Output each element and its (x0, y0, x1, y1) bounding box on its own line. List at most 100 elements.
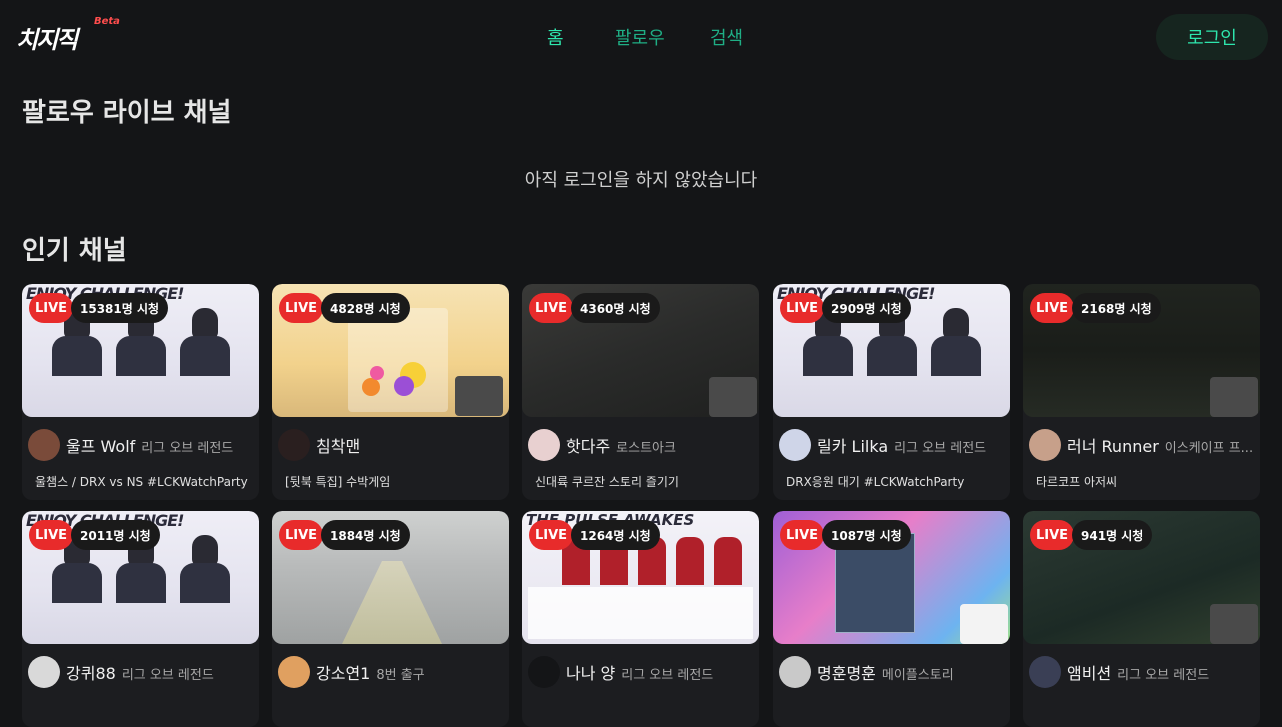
channel-avatar[interactable] (278, 429, 310, 461)
channel-avatar[interactable] (1029, 429, 1061, 461)
stream-title[interactable]: 타르코프 아저씨 (1036, 473, 1251, 490)
channel-category[interactable]: 리그 오브 레전드 (1117, 668, 1209, 683)
stream-title[interactable]: 신대륙 쿠르잔 스토리 즐기기 (535, 473, 750, 490)
stream-thumbnail[interactable]: LIVE 4828명 시청 (272, 284, 509, 417)
channel-name[interactable]: 침착맨 (316, 437, 360, 456)
live-badge: LIVE (29, 293, 74, 323)
channel-meta: 앰비션 리그 오브 레전드 (1023, 644, 1260, 727)
login-button[interactable]: 로그인 (1156, 14, 1268, 60)
channel-avatar[interactable] (28, 656, 60, 688)
channel-category[interactable]: 리그 오브 레전드 (122, 668, 214, 683)
channel-avatar[interactable] (779, 656, 811, 688)
channel-card[interactable]: ENJOY CHALLENGE!LIVE2011명 시청강퀴88 리그 오브 레전… (22, 511, 259, 727)
main-nav: 홈 팔로우 검색 (0, 24, 1282, 52)
viewer-count-badge: 2168명 시청 (1072, 293, 1161, 323)
stream-thumbnail[interactable]: LIVE 941명 시청 (1023, 511, 1260, 644)
stream-thumbnail[interactable]: ENJOY CHALLENGE!LIVE2011명 시청 (22, 511, 259, 644)
stream-title[interactable]: 울챔스 / DRX vs NS #LCKWatchParty (35, 473, 250, 490)
channel-name[interactable]: 명훈명훈 (817, 664, 876, 683)
channel-card[interactable]: LIVE 4360명 시청핫다주 로스트아크신대륙 쿠르잔 스토리 즐기기 (522, 284, 759, 500)
channel-meta: 강퀴88 리그 오브 레전드 (22, 644, 259, 727)
fruit (362, 378, 380, 396)
channel-name-row: 릴카 Lilka 리그 오브 레전드 (817, 433, 1007, 457)
channel-avatar[interactable] (1029, 656, 1061, 688)
channel-name-row: 핫다주 로스트아크 (566, 433, 756, 457)
channel-name[interactable]: 앰비션 (1067, 664, 1111, 683)
channel-avatar[interactable] (779, 429, 811, 461)
nav-follow[interactable]: 팔로우 (615, 24, 665, 50)
live-badge: LIVE (279, 520, 324, 550)
channel-name[interactable]: 강퀴88 (66, 664, 116, 683)
channel-category[interactable]: 리그 오브 레전드 (141, 441, 233, 456)
channel-category[interactable]: 8번 출구 (376, 668, 424, 683)
live-badge: LIVE (29, 520, 74, 550)
channel-card[interactable]: LIVE 2168명 시청러너 Runner 이스케이프 프... 타르코프 아저씨 (1023, 284, 1260, 500)
channel-avatar[interactable] (528, 656, 560, 688)
channel-name-row: 명훈명훈 메이플스토리 (817, 660, 1007, 684)
channel-meta: 핫다주 로스트아크신대륙 쿠르잔 스토리 즐기기 (522, 417, 759, 500)
nav-home[interactable]: 홈 (547, 24, 564, 50)
stream-title[interactable]: [뒷북 특집] 수박게임 (285, 473, 500, 490)
player-figure (714, 537, 742, 585)
channel-category[interactable]: 리그 오브 레전드 (621, 668, 713, 683)
channel-name[interactable]: 릴카 Lilka (817, 437, 888, 456)
channel-name-row: 앰비션 리그 오브 레전드 (1067, 660, 1257, 684)
stream-thumbnail[interactable]: ENJOY CHALLENGE!LIVE15381명 시청 (22, 284, 259, 417)
viewer-count-badge: 4360명 시청 (571, 293, 660, 323)
channel-card[interactable]: LIVE 1884명 시청강소연1 8번 출구 (272, 511, 509, 727)
stream-thumbnail[interactable]: LIVE 1087명 시청 (773, 511, 1010, 644)
channel-name-row: 러너 Runner 이스케이프 프... (1067, 433, 1257, 457)
channel-name[interactable]: 나나 양 (566, 664, 615, 683)
streamer-cam (960, 604, 1008, 644)
viewer-count-badge: 1264명 시청 (571, 520, 660, 550)
channel-card[interactable]: ENJOY CHALLENGE!LIVE15381명 시청울프 Wolf 리그 오… (22, 284, 259, 500)
follow-empty-message: 아직 로그인을 하지 않았습니다 (524, 170, 758, 191)
fruit (394, 376, 414, 396)
channel-name-row: 울프 Wolf 리그 오브 레전드 (66, 433, 256, 457)
player-body (180, 563, 230, 603)
channel-category[interactable]: 이스케이프 프... (1165, 441, 1253, 456)
player-body (803, 336, 853, 376)
top-bar: 치지직 Beta 홈 팔로우 검색 로그인 (0, 0, 1282, 76)
channel-card[interactable]: ENJOY CHALLENGE!LIVE2909명 시청릴카 Lilka 리그 오… (773, 284, 1010, 500)
channel-name-row: 침착맨 (316, 433, 506, 457)
fruit-jar (348, 308, 448, 412)
channel-category[interactable]: 메이플스토리 (882, 668, 954, 683)
nav-search[interactable]: 검색 (710, 24, 743, 50)
channel-avatar[interactable] (528, 429, 560, 461)
streamer-cam (709, 377, 757, 417)
channel-name[interactable]: 강소연1 (316, 664, 370, 683)
stream-title[interactable]: DRX응원 대기 #LCKWatchParty (786, 473, 1001, 490)
popular-section-title: 인기 채널 (22, 236, 127, 266)
channel-name[interactable]: 러너 Runner (1067, 437, 1159, 456)
live-badge: LIVE (780, 293, 825, 323)
channel-card[interactable]: LIVE 1087명 시청명훈명훈 메이플스토리 (773, 511, 1010, 727)
viewer-count-badge: 2011명 시청 (71, 520, 160, 550)
player-body (52, 563, 102, 603)
channel-card[interactable]: LIVE 941명 시청앰비션 리그 오브 레전드 (1023, 511, 1260, 727)
channel-card[interactable]: LIVE 4828명 시청침착맨 [뒷북 특집] 수박게임 (272, 284, 509, 500)
channel-category[interactable]: 리그 오브 레전드 (894, 441, 986, 456)
fruit (370, 366, 384, 380)
stream-thumbnail[interactable]: LIVE 4360명 시청 (522, 284, 759, 417)
viewer-count-badge: 15381명 시청 (71, 293, 169, 323)
channel-name[interactable]: 울프 Wolf (66, 437, 135, 456)
channel-meta: 침착맨 [뒷북 특집] 수박게임 (272, 417, 509, 500)
stream-thumbnail[interactable]: THE PULSE AWAKESLIVE1264명 시청 (522, 511, 759, 644)
stream-thumbnail[interactable]: LIVE 2168명 시청 (1023, 284, 1260, 417)
viewer-count-badge: 4828명 시청 (321, 293, 410, 323)
streamer-cam (455, 376, 503, 416)
channel-name-row: 강소연1 8번 출구 (316, 660, 506, 684)
channel-category[interactable]: 로스트아크 (616, 441, 676, 456)
stream-thumbnail[interactable]: LIVE 1884명 시청 (272, 511, 509, 644)
stream-thumbnail[interactable]: ENJOY CHALLENGE!LIVE2909명 시청 (773, 284, 1010, 417)
channel-avatar[interactable] (28, 429, 60, 461)
live-badge: LIVE (1030, 520, 1075, 550)
channel-card[interactable]: THE PULSE AWAKESLIVE1264명 시청나나 양 리그 오브 레전… (522, 511, 759, 727)
channel-avatar[interactable] (278, 656, 310, 688)
channel-name[interactable]: 핫다주 (566, 437, 610, 456)
player-body (867, 336, 917, 376)
player-body (52, 336, 102, 376)
viewer-count-badge: 941명 시청 (1072, 520, 1153, 550)
channel-name-row: 강퀴88 리그 오브 레전드 (66, 660, 256, 684)
